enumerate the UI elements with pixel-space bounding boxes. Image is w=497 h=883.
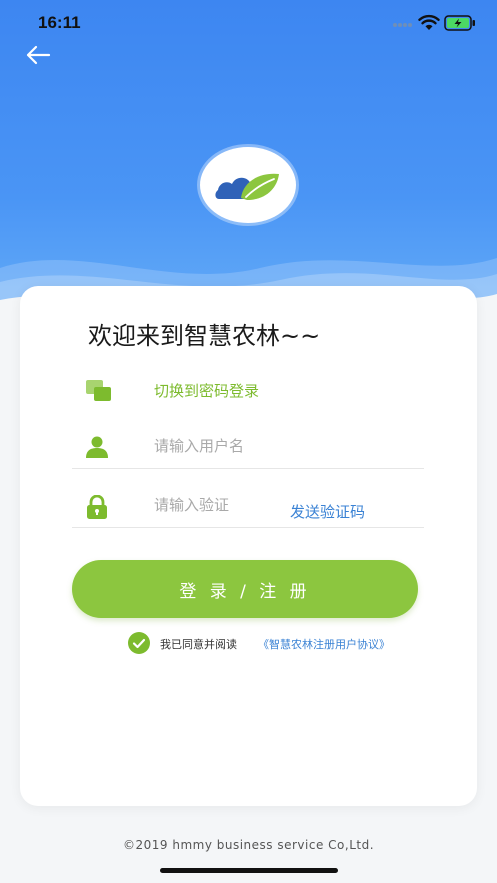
- user-icon: [86, 436, 108, 458]
- signal-icon: [393, 23, 412, 27]
- back-arrow-icon: [26, 45, 51, 65]
- switch-icon: [86, 380, 111, 401]
- app-logo: [200, 147, 296, 223]
- header-banner: 16:11: [0, 0, 497, 330]
- switch-to-password-login[interactable]: 切换到密码登录: [80, 376, 340, 406]
- status-bar: 16:11: [0, 0, 497, 46]
- status-time: 16:11: [38, 13, 81, 32]
- copyright-footer: ©2019 hmmy business service Co,Ltd.: [122, 838, 375, 852]
- check-icon[interactable]: [128, 632, 150, 654]
- lock-icon: [87, 495, 107, 519]
- username-field: [72, 426, 424, 469]
- agreement-text: 我已同意并阅读: [160, 638, 237, 651]
- verification-code-field: 发送验证码: [72, 485, 424, 528]
- switch-login-label: 切换到密码登录: [154, 382, 260, 400]
- verification-code-input[interactable]: [152, 491, 296, 519]
- username-input[interactable]: [152, 432, 356, 460]
- login-card: 欢迎来到智慧农林~~ 切换到密码登录 发送验证码 登 录 / 注 册 我已同意并: [20, 286, 477, 806]
- wifi-icon: [418, 14, 440, 30]
- send-code-button[interactable]: 发送验证码: [290, 501, 365, 522]
- leaf-cloud-logo-icon: [215, 173, 279, 200]
- back-button[interactable]: [18, 38, 58, 72]
- battery-icon: [444, 15, 475, 31]
- login-register-button[interactable]: 登 录 / 注 册: [72, 560, 418, 618]
- welcome-title: 欢迎来到智慧农林~~: [88, 322, 321, 350]
- home-indicator: [160, 868, 338, 873]
- agreement-row: 我已同意并阅读 《智慧农林注册用户协议》: [128, 632, 428, 654]
- agreement-link[interactable]: 《智慧农林注册用户协议》: [258, 636, 390, 652]
